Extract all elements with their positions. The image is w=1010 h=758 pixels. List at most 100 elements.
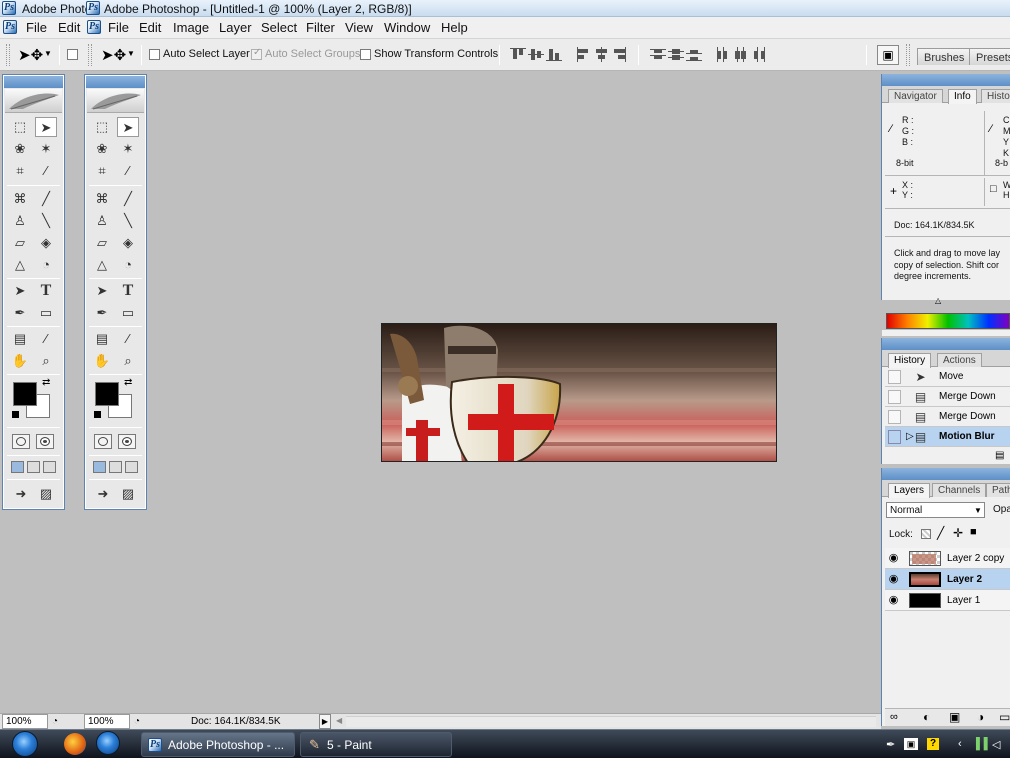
move-tool-preset-icon[interactable]: ➤✥ [18,46,43,64]
align-vertical-centers-icon[interactable] [528,47,544,62]
history-item[interactable]: ▤ Merge Down [885,407,1010,427]
menu-view[interactable]: View [345,20,373,35]
photoshop-menu-icon[interactable]: Ps [87,20,101,34]
tray-network-icon[interactable]: ▐▐ [972,738,988,750]
status-menu-icon[interactable]: ◔ [134,716,140,727]
history-brush-source-checkbox[interactable] [888,430,901,444]
history-brush-source-checkbox[interactable] [888,410,901,424]
link-layers-icon[interactable]: ∞ [890,711,898,723]
jump-to-imageready-icon[interactable]: ➜ [11,484,31,504]
new-group-icon[interactable]: ▭ [999,710,1010,724]
align-bottom-edges-icon[interactable] [546,47,562,62]
eraser-tool-icon[interactable]: ▱ [9,233,31,253]
layer-row[interactable]: ◉ Layer 1 [885,590,1010,611]
menu-layer[interactable]: Layer [219,20,252,35]
history-brush-tool-icon[interactable]: ╲ [117,211,139,231]
crop-tool-icon[interactable]: ⌗ [91,161,113,181]
lock-all-icon[interactable]: ■ [970,526,977,538]
photoshop-menu-icon[interactable]: Ps [3,20,17,34]
options-grip[interactable] [6,44,10,66]
taskbar-button-paint[interactable]: ✎ 5 - Paint [300,732,452,757]
menu-filter[interactable]: Filter [306,20,335,35]
history-item-selected[interactable]: ▷ ▤ Motion Blur [885,427,1010,447]
clone-stamp-tool-icon[interactable]: ♙ [9,211,31,231]
blur-tool-icon[interactable]: △ [9,255,31,275]
hand-tool-icon[interactable]: ✋ [91,351,113,371]
blend-mode-select[interactable]: Normal ▼ [886,502,985,518]
tray-help-icon[interactable]: ? [927,738,939,750]
document-canvas[interactable] [381,323,777,462]
menu-image[interactable]: Image [173,20,209,35]
lock-image-pixels-icon[interactable]: ╱ [937,526,944,540]
distribute-bottom-edges-icon[interactable] [686,47,702,62]
zoom-tool-icon[interactable]: ⌕ [35,351,57,371]
panel-header[interactable] [882,74,1010,86]
edit-in-imageready-icon[interactable]: ▨ [117,484,139,504]
menu-file-left[interactable]: File [26,20,47,35]
panel-header[interactable] [882,468,1010,480]
quick-mask-mode-icon[interactable] [36,434,54,449]
marquee-tool-icon[interactable]: ⬚ [9,117,31,137]
standard-screen-mode-icon[interactable] [11,461,24,473]
full-screen-menu-mode-icon[interactable] [109,461,122,473]
menu-help[interactable]: Help [441,20,468,35]
tray-monitor-icon[interactable]: ▣ [904,738,918,750]
type-tool-icon[interactable]: T [117,281,139,301]
path-selection-tool-icon[interactable]: ➤ [9,281,31,301]
brush-tool-icon[interactable]: ╱ [117,189,139,209]
distribute-horizontal-centers-icon[interactable] [733,47,749,62]
visibility-eye-icon[interactable]: ◉ [887,552,900,565]
distribute-top-edges-icon[interactable] [650,47,666,62]
healing-brush-tool-icon[interactable]: ⌘ [91,189,113,209]
distribute-vertical-centers-icon[interactable] [668,47,684,62]
history-brush-source-checkbox[interactable] [888,370,901,384]
standard-mode-icon[interactable] [12,434,30,449]
pen-tool-icon[interactable]: ✒ [9,303,31,323]
slice-tool-icon[interactable]: ∕ [117,161,139,181]
menu-edit[interactable]: Edit [139,20,161,35]
color-ramp[interactable] [886,313,1010,329]
marquee-tool-icon[interactable]: ⬚ [91,117,113,137]
standard-mode-icon[interactable] [94,434,112,449]
auto-select-layer-checkbox[interactable] [149,49,160,60]
start-button-icon[interactable] [12,731,38,757]
notes-tool-icon[interactable]: ▤ [9,329,31,349]
visibility-eye-icon[interactable]: ◉ [887,594,900,607]
history-brush-tool-icon[interactable]: ╲ [35,211,57,231]
distribute-left-edges-icon[interactable] [715,47,731,62]
panel-header[interactable] [882,338,1010,350]
tab-history[interactable]: History [888,353,932,368]
menu-select[interactable]: Select [261,20,297,35]
full-screen-mode-icon[interactable] [43,461,56,473]
add-layer-mask-icon[interactable]: ▣ [949,710,960,724]
tab-paths[interactable]: Path [986,483,1010,497]
align-horizontal-centers-icon[interactable] [594,47,610,62]
rectangle-tool-icon[interactable]: ▭ [35,303,57,323]
align-right-edges-icon[interactable] [612,47,628,62]
menu-edit-left[interactable]: Edit [58,20,80,35]
tab-brushes[interactable]: Brushes [917,48,972,65]
zoom-tool-icon[interactable]: ⌕ [117,351,139,371]
path-selection-tool-icon[interactable]: ➤ [91,281,113,301]
start-button-icon[interactable] [96,731,120,755]
brush-tool-icon[interactable]: ╱ [35,189,57,209]
jump-to-imageready-icon[interactable]: ➜ [93,484,113,504]
options-grip[interactable] [88,44,92,66]
options-checkbox[interactable] [67,49,78,60]
tab-presets[interactable]: Presets [969,48,1010,65]
type-tool-icon[interactable]: T [35,281,57,301]
visibility-eye-icon[interactable]: ◉ [887,573,900,586]
rectangle-tool-icon[interactable]: ▭ [117,303,139,323]
crop-tool-icon[interactable]: ⌗ [9,161,31,181]
tab-navigator[interactable]: Navigator [888,89,943,103]
hand-tool-icon[interactable]: ✋ [9,351,31,371]
eraser-tool-icon[interactable]: ▱ [91,233,113,253]
edit-in-imageready-icon[interactable]: ▨ [35,484,57,504]
tab-channels[interactable]: Channels [932,483,987,497]
lock-position-icon[interactable]: ✛ [953,526,963,540]
tray-volume-icon[interactable]: ◁ [992,738,1000,751]
eyedropper-tool-icon[interactable]: ∕ [35,329,57,349]
auto-select-groups-checkbox[interactable]: ✓ [251,47,262,60]
magic-wand-tool-icon[interactable]: ✶ [117,139,139,159]
slice-tool-icon[interactable]: ∕ [35,161,57,181]
